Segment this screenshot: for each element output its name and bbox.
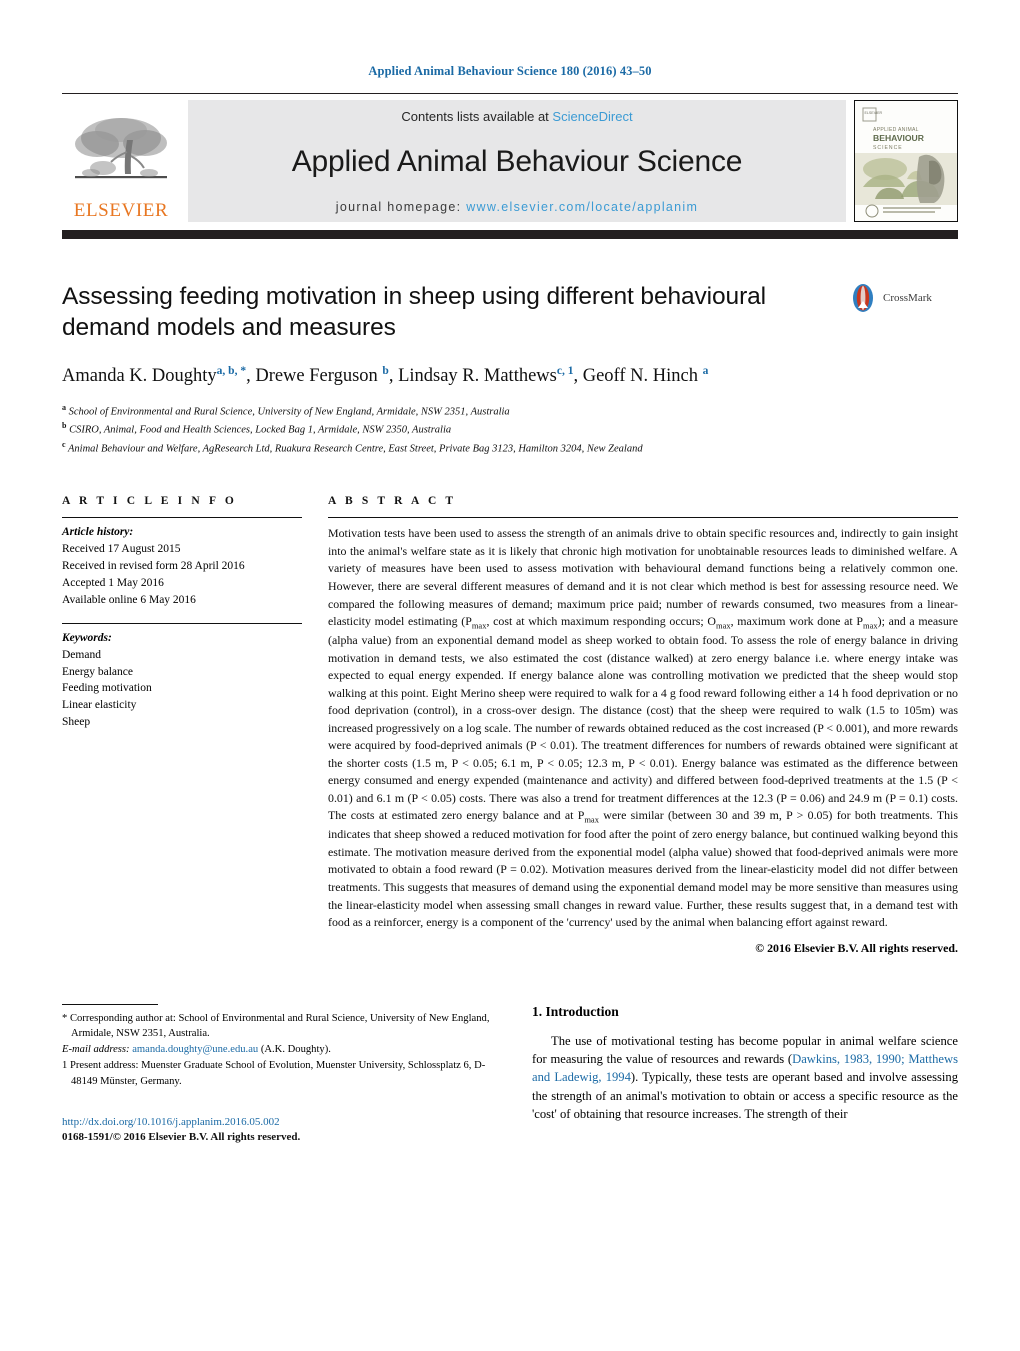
- abstract-subscript: max: [715, 620, 731, 631]
- journal-article-page: Applied Animal Behaviour Science 180 (20…: [0, 0, 1020, 1351]
- elsevier-tree-icon: [75, 118, 167, 179]
- journal-homepage-link[interactable]: www.elsevier.com/locate/applanim: [466, 200, 698, 214]
- crossmark-icon: [853, 284, 873, 312]
- journal-title: Applied Animal Behaviour Science: [291, 145, 743, 178]
- journal-masthead: ELSEVIER Contents lists available at Sci…: [62, 93, 958, 222]
- affiliation-item: a School of Environmental and Rural Scie…: [62, 402, 958, 420]
- history-item: Accepted 1 May 2016: [62, 577, 164, 590]
- introduction-column: 1. Introduction The use of motivational …: [532, 1004, 958, 1146]
- affiliation-marker: a: [62, 403, 66, 412]
- abstract-part: ); and a measure (alpha value) from an e…: [328, 614, 958, 823]
- author-affiliation-marker: a: [702, 364, 709, 377]
- author-affiliation-marker[interactable]: b: [382, 365, 388, 377]
- article-info-heading: A R T I C L E I N F O: [62, 495, 237, 508]
- author-list: Amanda K. Doughtya, b, *, Drewe Ferguson…: [62, 364, 709, 386]
- lower-columns: * Corresponding author at: School of Env…: [62, 1003, 958, 1146]
- title-block: Assessing feeding motivation in sheep us…: [62, 281, 958, 457]
- running-head: Applied Animal Behaviour Science 180 (20…: [368, 64, 652, 78]
- email-link[interactable]: amanda.doughty@une.edu.au: [132, 1044, 258, 1055]
- abstract-column: A B S T R A C T Motivation tests have be…: [328, 495, 958, 955]
- history-item: Received 17 August 2015: [62, 543, 181, 556]
- keyword-item: Feeding motivation: [62, 682, 152, 695]
- affiliation-item: b CSIRO, Animal, Food and Health Science…: [62, 420, 958, 438]
- abstract-text: Motivation tests have been used to asses…: [328, 518, 958, 931]
- author-name: Geoff N. Hinch: [582, 365, 698, 386]
- abstract-part: , cost at which maximum responding occur…: [486, 614, 716, 629]
- abstract-part: were similar (between 30 and 39 m, P > 0…: [328, 808, 958, 930]
- corresponding-author-note: * Corresponding author at: School of Env…: [62, 1012, 490, 1039]
- masthead-bottom-rule: [62, 230, 958, 239]
- author-affiliation-marker[interactable]: c, 1: [557, 365, 574, 377]
- abstract-subscript: max: [862, 620, 878, 631]
- keywords-label: Keywords:: [62, 631, 112, 644]
- keyword-item: Demand: [62, 648, 101, 661]
- history-item: Available online 6 May 2016: [62, 593, 196, 606]
- footnotes: * Corresponding author at: School of Env…: [62, 1011, 502, 1089]
- journal-cover-artwork-icon: ELSEVIER APPLIED ANIMAL BEHAVIOUR SCIENC…: [855, 101, 957, 221]
- article-history-group: Article history: Received 17 August 2015…: [62, 518, 302, 608]
- journal-homepage-line: journal homepage: www.elsevier.com/locat…: [336, 200, 698, 214]
- author-name: Amanda K. Doughty: [62, 365, 217, 386]
- affiliation-text: School of Environmental and Rural Scienc…: [68, 406, 510, 418]
- sciencedirect-link[interactable]: ScienceDirect: [552, 109, 632, 124]
- present-address-note: 1 Present address: Muenster Graduate Sch…: [62, 1060, 486, 1087]
- journal-cover-thumbnail: ELSEVIER APPLIED ANIMAL BEHAVIOUR SCIENC…: [854, 100, 958, 222]
- info-abstract-row: A R T I C L E I N F O Article history: R…: [62, 495, 958, 955]
- abstract-copyright: © 2016 Elsevier B.V. All rights reserved…: [755, 940, 958, 955]
- masthead-banner: Contents lists available at ScienceDirec…: [188, 100, 846, 222]
- article-history-label: Article history:: [62, 526, 134, 539]
- issn-copyright: 0168-1591/© 2016 Elsevier B.V. All right…: [62, 1131, 301, 1144]
- footnote-column: * Corresponding author at: School of Env…: [62, 1003, 502, 1146]
- keyword-item: Energy balance: [62, 665, 133, 678]
- author-affiliation-marker[interactable]: a, b, *: [217, 365, 246, 377]
- email-note: E-mail address: amanda.doughty@une.edu.a…: [62, 1042, 502, 1057]
- author-name: Lindsay R. Matthews: [398, 365, 557, 386]
- page-title: Assessing feeding motivation in sheep us…: [62, 283, 767, 342]
- crossmark-badge[interactable]: CrossMark: [848, 283, 958, 313]
- email-owner: (A.K. Doughty).: [260, 1044, 331, 1056]
- crossmark-label: CrossMark: [883, 292, 932, 304]
- footnote-separator: [62, 1003, 158, 1005]
- svg-text:BEHAVIOUR: BEHAVIOUR: [873, 133, 925, 143]
- abstract-part: , maximum work done at P: [730, 614, 863, 629]
- email-label: E-mail address:: [62, 1044, 130, 1056]
- doi-link[interactable]: http://dx.doi.org/10.1016/j.applanim.201…: [62, 1115, 502, 1130]
- abstract-heading: A B S T R A C T: [328, 495, 457, 508]
- keyword-item: Linear elasticity: [62, 699, 137, 712]
- homepage-label: journal homepage:: [335, 200, 462, 214]
- author-name: Drewe Ferguson: [255, 365, 378, 386]
- affiliation-item: c Animal Behaviour and Welfare, AgResear…: [62, 439, 958, 457]
- abstract-subscript: max: [471, 620, 487, 631]
- introduction-heading: 1. Introduction: [532, 1003, 619, 1019]
- abstract-part: Motivation tests have been used to asses…: [328, 526, 958, 629]
- contents-available-line: Contents lists available at ScienceDirec…: [401, 109, 632, 124]
- abstract-subscript: max: [584, 814, 599, 825]
- elsevier-logo: ELSEVIER: [62, 100, 180, 222]
- elsevier-wordmark: ELSEVIER: [73, 200, 169, 221]
- contents-prefix: Contents lists available at: [401, 109, 553, 124]
- affiliation-text: CSIRO, Animal, Food and Health Sciences,…: [69, 424, 452, 436]
- keywords-group: Keywords: Demand Energy balance Feeding …: [62, 622, 302, 731]
- history-item: Received in revised form 28 April 2016: [62, 560, 245, 573]
- svg-text:ELSEVIER: ELSEVIER: [865, 111, 883, 115]
- affiliation-list: a School of Environmental and Rural Scie…: [62, 402, 958, 457]
- svg-text:SCIENCE: SCIENCE: [873, 145, 903, 151]
- affiliation-marker: c: [62, 439, 66, 449]
- introduction-paragraph: The use of motivational testing has beco…: [532, 1032, 958, 1124]
- article-info-column: A R T I C L E I N F O Article history: R…: [62, 495, 302, 955]
- keyword-item: Sheep: [62, 716, 91, 729]
- affiliation-marker: b: [62, 421, 67, 431]
- footer-block: http://dx.doi.org/10.1016/j.applanim.201…: [62, 1115, 502, 1146]
- affiliation-text: Animal Behaviour and Welfare, AgResearch…: [68, 443, 643, 455]
